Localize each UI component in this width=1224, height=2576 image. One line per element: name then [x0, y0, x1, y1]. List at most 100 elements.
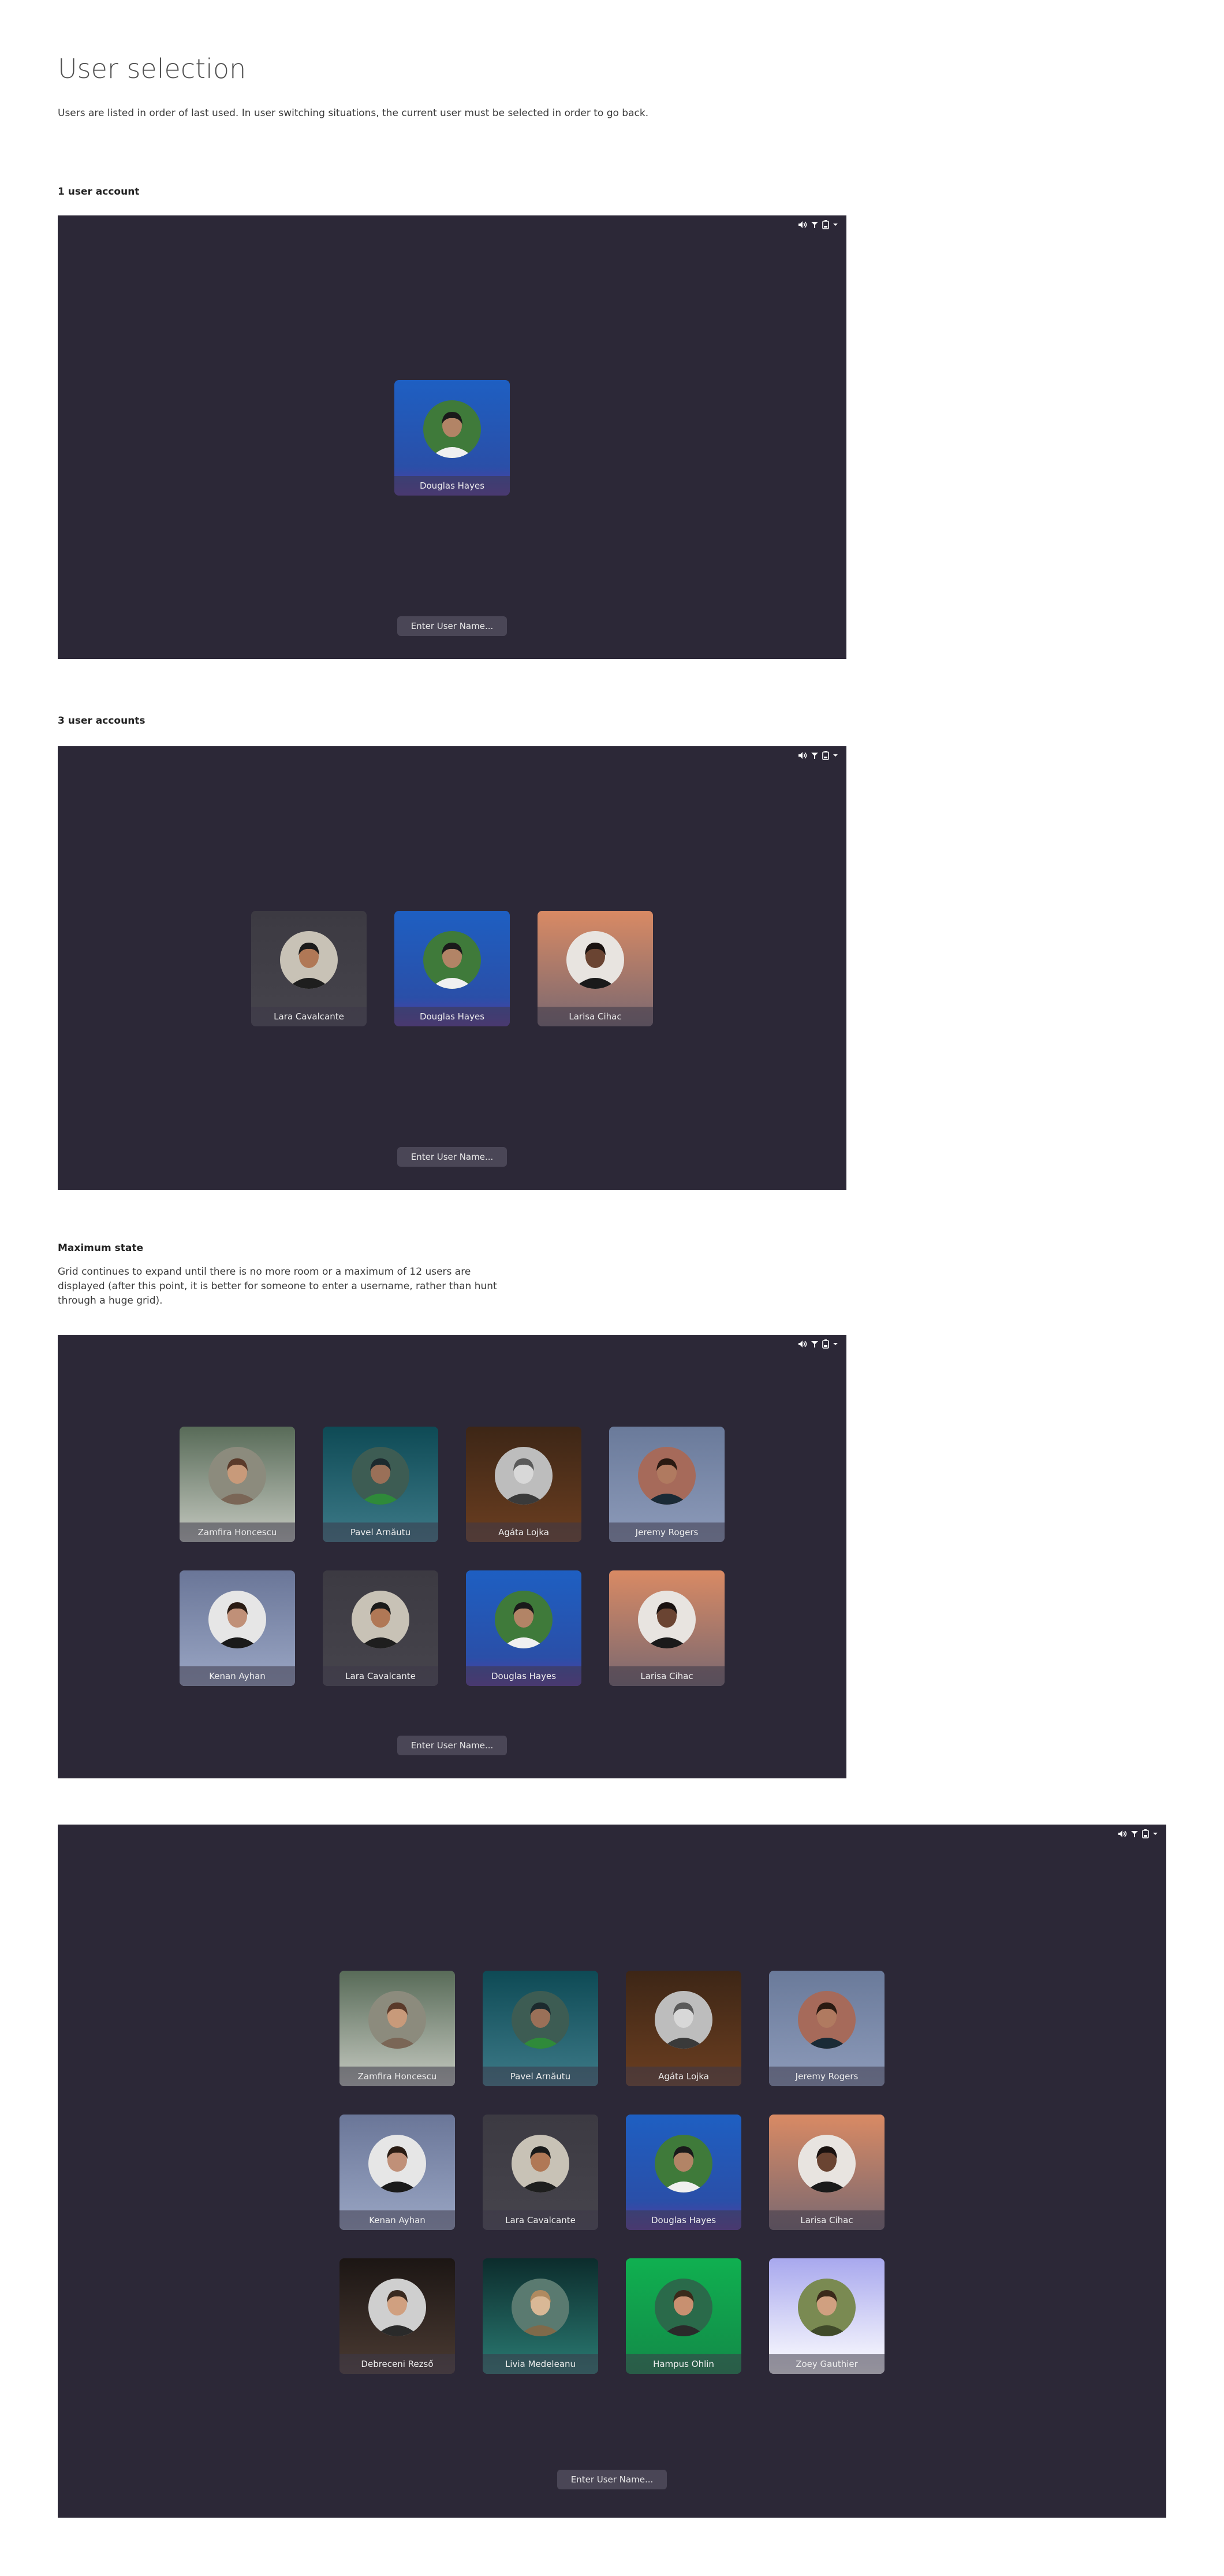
user-tile-jeremy[interactable]: Jeremy Rogers — [609, 1427, 725, 1542]
user-name-label: Jeremy Rogers — [769, 2067, 885, 2086]
avatar — [798, 2135, 856, 2192]
battery-icon — [1142, 1829, 1149, 1838]
user-name-label: Lara Cavalcante — [483, 2210, 598, 2230]
system-tray[interactable] — [1118, 1829, 1158, 1838]
avatar — [798, 2279, 856, 2336]
user-tile-agata[interactable]: Agáta Lojka — [466, 1427, 581, 1542]
chevron-down-icon — [833, 222, 838, 227]
network-icon — [811, 751, 819, 760]
page-description: Users are listed in order of last used. … — [58, 107, 649, 119]
user-tile-zamfira[interactable]: Zamfira Honcescu — [339, 1971, 455, 2086]
user-tile-douglas[interactable]: Douglas Hayes — [394, 380, 510, 496]
user-name-label: Douglas Hayes — [394, 1007, 510, 1026]
avatar — [655, 2279, 712, 2336]
avatar — [512, 2135, 569, 2192]
user-tile-larisa[interactable]: Larisa Cihac — [769, 2115, 885, 2230]
user-name-label: Pavel Arnăutu — [323, 1522, 438, 1542]
section-heading-1-user: 1 user account — [58, 186, 140, 198]
system-tray[interactable] — [798, 751, 838, 760]
page-title: User selection — [58, 53, 247, 84]
user-tile-pavel[interactable]: Pavel Arnăutu — [323, 1427, 438, 1542]
avatar — [280, 931, 338, 989]
user-name-label: Kenan Ayhan — [180, 1666, 295, 1686]
avatar — [512, 2279, 569, 2336]
avatar — [638, 1447, 696, 1505]
system-tray[interactable] — [798, 220, 838, 229]
user-name-label: Pavel Arnăutu — [483, 2067, 598, 2086]
user-tile-lara[interactable]: Lara Cavalcante — [323, 1570, 438, 1686]
user-tile-zoey[interactable]: Zoey Gauthier — [769, 2258, 885, 2374]
user-name-label: Douglas Hayes — [626, 2210, 741, 2230]
avatar — [423, 400, 481, 458]
user-name-label: Agáta Lojka — [626, 2067, 741, 2086]
avatar — [655, 1991, 712, 2049]
user-tile-kenan[interactable]: Kenan Ayhan — [339, 2115, 455, 2230]
login-screen-1-user: Douglas Hayes Enter User Name... — [58, 215, 846, 659]
user-name-label: Lara Cavalcante — [323, 1666, 438, 1686]
user-tile-hampus[interactable]: Hampus Ohlin — [626, 2258, 741, 2374]
network-icon — [1130, 1830, 1139, 1838]
user-name-label: Kenan Ayhan — [339, 2210, 455, 2230]
user-tile-zamfira[interactable]: Zamfira Honcescu — [180, 1427, 295, 1542]
enter-user-name-button[interactable]: Enter User Name... — [397, 1147, 507, 1167]
user-tile-lara[interactable]: Lara Cavalcante — [483, 2115, 598, 2230]
user-tile-douglas[interactable]: Douglas Hayes — [466, 1570, 581, 1686]
enter-user-name-button[interactable]: Enter User Name... — [397, 616, 507, 636]
user-name-label: Livia Medeleanu — [483, 2354, 598, 2374]
user-name-label: Larisa Cihac — [769, 2210, 885, 2230]
user-name-label: Zamfira Honcescu — [339, 2067, 455, 2086]
avatar — [655, 2135, 712, 2192]
avatar — [423, 931, 481, 989]
volume-icon — [1118, 1830, 1127, 1838]
user-name-label: Hampus Ohlin — [626, 2354, 741, 2374]
user-name-label: Lara Cavalcante — [251, 1007, 367, 1026]
battery-icon — [822, 1339, 829, 1349]
login-screen-12-users: Zamfira Honcescu Pavel Arnăutu Agáta Lojka… — [58, 1825, 1166, 2518]
user-tile-larisa[interactable]: Larisa Cihac — [609, 1570, 725, 1686]
avatar — [368, 2279, 426, 2336]
enter-user-name-button[interactable]: Enter User Name... — [397, 1736, 507, 1755]
network-icon — [811, 1340, 819, 1348]
user-tile-douglas[interactable]: Douglas Hayes — [394, 911, 510, 1026]
volume-icon — [798, 751, 807, 760]
avatar — [495, 1591, 553, 1648]
avatar — [368, 2135, 426, 2192]
avatar — [512, 1991, 569, 2049]
user-tile-pavel[interactable]: Pavel Arnăutu — [483, 1971, 598, 2086]
section-heading-3-users: 3 user accounts — [58, 715, 145, 727]
maximum-state-description: Grid continues to expand until there is … — [58, 1266, 497, 1306]
user-tile-lara[interactable]: Lara Cavalcante — [251, 911, 367, 1026]
avatar — [495, 1447, 553, 1505]
user-name-label: Larisa Cihac — [609, 1666, 725, 1686]
avatar — [352, 1591, 409, 1648]
login-screen-8-users: Zamfira Honcescu Pavel Arnăutu Agáta Lojka… — [58, 1335, 846, 1778]
section-heading-maximum-state: Maximum state — [58, 1242, 144, 1254]
system-tray[interactable] — [798, 1339, 838, 1349]
user-name-label: Zamfira Honcescu — [180, 1522, 295, 1542]
enter-user-name-button[interactable]: Enter User Name... — [557, 2470, 667, 2489]
avatar — [352, 1447, 409, 1505]
user-tile-kenan[interactable]: Kenan Ayhan — [180, 1570, 295, 1686]
volume-icon — [798, 1340, 807, 1348]
user-name-label: Douglas Hayes — [466, 1666, 581, 1686]
avatar — [208, 1591, 266, 1648]
avatar — [638, 1591, 696, 1648]
user-name-label: Debreceni Rezső — [339, 2354, 455, 2374]
avatar — [208, 1447, 266, 1505]
avatar — [566, 931, 624, 989]
avatar — [798, 1991, 856, 2049]
user-tile-livia[interactable]: Livia Medeleanu — [483, 2258, 598, 2374]
battery-icon — [822, 220, 829, 229]
chevron-down-icon — [833, 1342, 838, 1346]
avatar — [368, 1991, 426, 2049]
user-name-label: Jeremy Rogers — [609, 1522, 725, 1542]
login-screen-3-users: Lara Cavalcante Douglas Hayes Larisa Cihac… — [58, 746, 846, 1190]
user-tile-agata[interactable]: Agáta Lojka — [626, 1971, 741, 2086]
chevron-down-icon — [1152, 1832, 1158, 1836]
chevron-down-icon — [833, 753, 838, 758]
user-tile-jeremy[interactable]: Jeremy Rogers — [769, 1971, 885, 2086]
user-tile-douglas[interactable]: Douglas Hayes — [626, 2115, 741, 2230]
user-tile-debreceni[interactable]: Debreceni Rezső — [339, 2258, 455, 2374]
user-tile-larisa[interactable]: Larisa Cihac — [538, 911, 653, 1026]
volume-icon — [798, 221, 807, 229]
